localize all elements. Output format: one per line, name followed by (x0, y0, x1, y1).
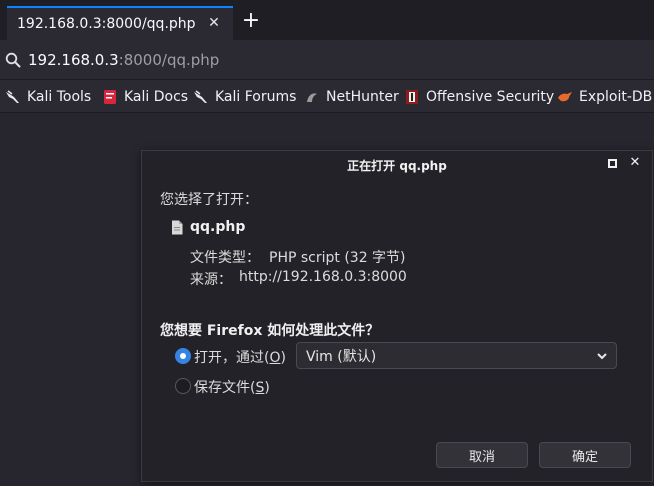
handling-question: 您想要 Firefox 如何处理此文件？ (160, 323, 380, 339)
bookmark-label: Kali Tools (27, 89, 92, 105)
tab-title: 192.168.0.3:8000/qq.php (17, 16, 196, 32)
open-with-label[interactable]: 打开，通过(O) (194, 347, 286, 367)
dialog-intro: 您选择了打开： (160, 192, 258, 208)
kali-dragon-icon (5, 89, 21, 105)
open-file-dialog: 正在打开 qq.php ✕ 您选择了打开： qq.php 文件类型： PHP s… (141, 150, 653, 482)
bookmark-label: Offensive Security (426, 89, 555, 105)
file-icon (171, 220, 183, 235)
url-field[interactable]: 192.168.0.3:8000/qq.php (28, 51, 219, 69)
offsec-icon (404, 89, 420, 105)
exploitdb-icon (557, 89, 573, 105)
save-file-label[interactable]: 保存文件(S) (194, 377, 270, 397)
bookmark-kali-forums[interactable]: Kali Forums (193, 87, 296, 107)
url-path: :8000/qq.php (118, 51, 220, 69)
bookmark-label: Kali Forums (215, 89, 297, 105)
application-select[interactable]: Vim (默认) (296, 342, 617, 369)
kali-docs-icon (102, 89, 118, 105)
source-label: 来源： (190, 272, 232, 288)
file-type-value: PHP script (32 字节) (269, 250, 406, 266)
kali-dragon-icon (193, 89, 209, 105)
search-icon (5, 52, 21, 68)
file-name: qq.php (190, 219, 246, 235)
close-icon[interactable]: ✕ (628, 156, 642, 170)
bookmark-kali-docs[interactable]: Kali Docs (102, 87, 188, 107)
tab-active[interactable]: 192.168.0.3:8000/qq.php ✕ (7, 6, 233, 40)
bookmark-label: Exploit-DB (579, 89, 653, 105)
nav-bar: 192.168.0.3:8000/qq.php (0, 40, 654, 80)
application-selected: Vim (默认) (306, 348, 377, 365)
bookmark-nethunter[interactable]: NetHunter (304, 87, 399, 107)
bookmark-exploit-db[interactable]: Exploit-DB (557, 87, 652, 107)
save-file-text: 保存文件( (194, 380, 256, 396)
bookmark-kali-tools[interactable]: Kali Tools (5, 87, 91, 107)
ok-button[interactable]: 确定 (539, 442, 631, 468)
url-host: 192.168.0.3 (28, 51, 119, 69)
source-value: http://192.168.0.3:8000 (239, 269, 407, 285)
open-with-radio[interactable] (175, 348, 191, 364)
bookmark-label: NetHunter (326, 89, 399, 105)
bookmark-label: Kali Docs (124, 89, 189, 105)
open-with-accesskey: O (269, 350, 281, 366)
cancel-button[interactable]: 取消 (436, 442, 528, 468)
new-tab-button[interactable]: + (240, 10, 262, 32)
bookmarks-toolbar: Kali Tools Kali Docs Kali Forums NetHunt… (0, 81, 654, 113)
save-file-radio[interactable] (175, 378, 191, 394)
dialog-titlebar[interactable]: 正在打开 qq.php (142, 151, 652, 179)
close-icon[interactable]: ✕ (205, 14, 223, 32)
dialog-title: 正在打开 qq.php (347, 158, 447, 173)
chevron-down-icon (596, 350, 608, 362)
tab-strip: 192.168.0.3:8000/qq.php ✕ + (0, 0, 654, 40)
file-type-label: 文件类型： (190, 250, 260, 266)
open-with-suffix: ) (280, 350, 286, 366)
open-with-text: 打开，通过( (194, 350, 270, 366)
save-file-suffix: ) (264, 380, 270, 396)
maximize-icon[interactable] (608, 159, 617, 168)
nethunter-icon (304, 89, 320, 105)
bookmark-offensive-security[interactable]: Offensive Security (404, 87, 554, 107)
